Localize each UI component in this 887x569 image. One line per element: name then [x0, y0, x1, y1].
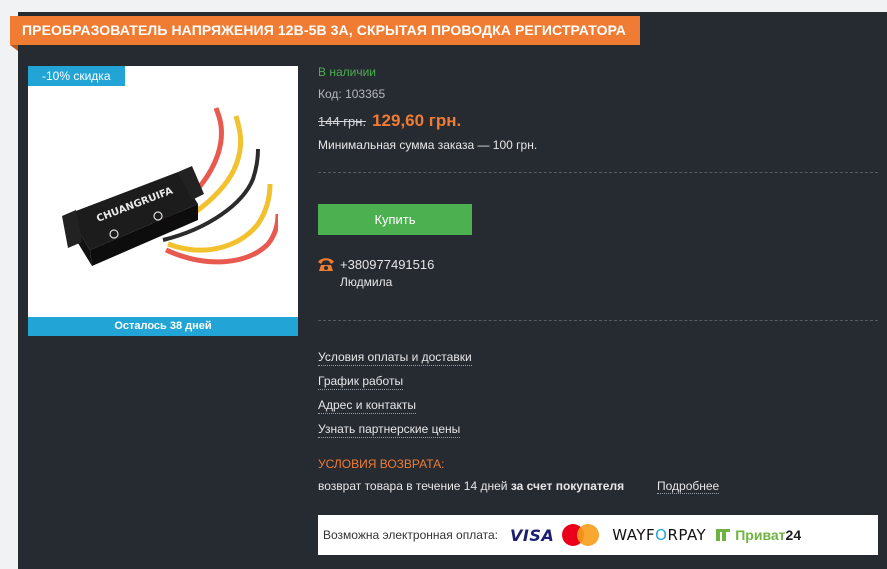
- divider: [318, 172, 878, 173]
- link-payment-delivery[interactable]: Условия оплаты и доставки: [318, 350, 472, 366]
- returns-text: возврат товара в течение 14 дней за счет…: [318, 479, 624, 493]
- payment-methods: Возможна электронная оплата: VISA WAYFOR…: [318, 515, 878, 555]
- days-remaining-label: Осталось 38 дней: [28, 317, 298, 336]
- divider: [318, 320, 878, 321]
- stock-status: В наличии: [318, 65, 377, 79]
- contact-name: Людмила: [340, 275, 393, 289]
- old-price: 144 грн.: [318, 114, 367, 129]
- product-code: Код: 103365: [318, 87, 386, 101]
- contact-phone[interactable]: +380977491516: [340, 257, 434, 272]
- discount-badge: -10% скидка: [28, 66, 125, 86]
- wayforpay-logo: WAYFORPAY: [612, 526, 707, 544]
- mastercard-icon: [562, 523, 600, 547]
- price-block: 144 грн. 129,60 грн.: [318, 111, 461, 133]
- product-photo[interactable]: CHUANGRUIFA -10% скидка Осталось 38 дней: [28, 66, 298, 336]
- phone-icon: [318, 258, 334, 271]
- link-work-schedule[interactable]: График работы: [318, 374, 404, 390]
- product-title: ПРЕОБРАЗОВАТЕЛЬ НАПРЯЖЕНИЯ 12В-5В 3А, СК…: [10, 16, 640, 51]
- buy-button[interactable]: Купить: [318, 204, 472, 235]
- link-address-contacts[interactable]: Адрес и контакты: [318, 398, 416, 414]
- privat24-icon: [716, 529, 731, 541]
- min-order-note: Минимальная сумма заказа — 100 грн.: [318, 138, 538, 152]
- new-price: 129,60 грн.: [372, 111, 462, 130]
- returns-text-main: возврат товара в течение 14 дней: [318, 479, 508, 493]
- link-partner-prices[interactable]: Узнать партнерские цены: [318, 422, 461, 438]
- payment-label: Возможна электронная оплата:: [323, 528, 498, 542]
- dc-converter-photo-icon: CHUANGRUIFA: [62, 107, 278, 266]
- returns-more-link[interactable]: Подробнее: [657, 479, 720, 494]
- privat24-logo: Приват24: [716, 527, 801, 543]
- returns-text-bold: за счет покупателя: [510, 479, 625, 493]
- returns-title: УСЛОВИЯ ВОЗВРАТА:: [318, 457, 445, 471]
- visa-logo: VISA: [509, 525, 555, 545]
